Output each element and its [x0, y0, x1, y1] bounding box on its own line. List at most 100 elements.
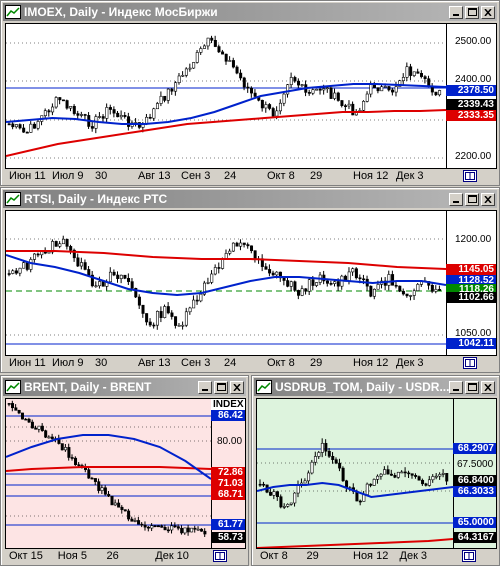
candle-body: [195, 52, 199, 63]
usdrub-support-label: 65.0000: [453, 517, 496, 528]
candle-body: [434, 475, 438, 478]
brent-title-bar[interactable]: BRENT, Daily - BRENT: [3, 378, 246, 396]
minimize-button[interactable]: [198, 380, 212, 394]
candle-body: [282, 506, 286, 508]
usdrub-price-chart[interactable]: 68.2907 67.5000 66.8400 66.3033 65.0000 …: [256, 398, 497, 549]
candle-body: [383, 469, 387, 475]
candle-body: [416, 71, 420, 74]
candle-body: [65, 100, 69, 109]
candle-body: [174, 316, 178, 326]
candle-body: [36, 253, 40, 256]
maximize-button[interactable]: [465, 5, 479, 19]
brent-price-chart[interactable]: INDEX 86.42 80.00 72.86 71.03 68.71 61.7…: [5, 398, 246, 549]
usdrub-price-scale[interactable]: 68.2907 67.5000 66.8400 66.3033 65.0000 …: [453, 399, 496, 548]
minimize-button[interactable]: [449, 192, 463, 206]
rtsi-scale-toggle[interactable]: [463, 357, 477, 369]
candle-body: [409, 295, 413, 297]
rtsi-plot-area[interactable]: [6, 211, 446, 355]
brent-scale-toggle[interactable]: [213, 550, 227, 562]
candle-body: [324, 442, 328, 452]
candle-body: [434, 91, 438, 96]
candle-body: [11, 403, 15, 409]
brent-chart-window[interactable]: BRENT, Daily - BRENT INDEX 86.42 80.00 7…: [0, 375, 249, 566]
candle-body: [98, 116, 102, 118]
candle-body: [372, 479, 376, 486]
usdrub-title-bar[interactable]: USDRUB_TOM, Daily - USDR...: [254, 378, 497, 396]
scale-toggle-icon: [215, 552, 225, 560]
maximize-button[interactable]: [465, 192, 479, 206]
rtsi-price-scale[interactable]: 1200.00 1050.00 1145.05 1128.52 1118.26 …: [446, 211, 496, 355]
candle-body: [112, 271, 116, 276]
candle-body: [112, 109, 116, 114]
candle-body: [262, 483, 266, 486]
close-button[interactable]: [481, 380, 495, 394]
candle-body: [297, 80, 301, 86]
maximize-button[interactable]: [214, 380, 228, 394]
candle-body: [147, 526, 151, 529]
time-axis-label: Ноя 5: [57, 550, 87, 562]
rtsi-price-chart[interactable]: 1200.00 1050.00 1145.05 1128.52 1118.26 …: [5, 210, 497, 356]
candle-body: [329, 283, 333, 285]
candle-body: [322, 88, 326, 91]
candle-body: [127, 116, 131, 127]
rtsi-chart-window[interactable]: RTSI, Daily - Индекс РТС 1200.00 1050.00…: [0, 187, 500, 373]
candle-body: [431, 476, 435, 481]
candle-body: [325, 87, 329, 90]
usdrub-plot-area[interactable]: [257, 399, 453, 548]
candle-body: [58, 97, 62, 101]
candle-body: [90, 477, 94, 480]
candle-body: [264, 104, 268, 109]
candle-body: [315, 282, 319, 286]
candle-body: [196, 528, 200, 531]
candle-body: [271, 272, 275, 276]
candle-body: [195, 299, 199, 302]
minimize-button[interactable]: [449, 380, 463, 394]
usdrub-chart-window[interactable]: USDRUB_TOM, Daily - USDR... 68.2907 67.5…: [251, 375, 500, 566]
imoex-chart-window[interactable]: IMOEX, Daily - Индекс МосБиржи 2500.00 2…: [0, 0, 500, 186]
close-button[interactable]: [481, 5, 495, 19]
chart-icon: [256, 380, 272, 394]
imoex-title-bar[interactable]: IMOEX, Daily - Индекс МосБиржи: [3, 3, 497, 21]
candle-body: [307, 472, 311, 482]
candle-body: [25, 262, 29, 270]
close-button[interactable]: [481, 192, 495, 206]
candle-body: [376, 475, 380, 480]
usdrub-resistance-label: 68.2907: [453, 443, 496, 454]
imoex-tick: 2200.00: [455, 151, 492, 162]
candle-body: [119, 115, 123, 118]
candle-body: [253, 92, 257, 97]
usdrub-scale-toggle[interactable]: [462, 550, 476, 562]
candle-body: [184, 311, 188, 326]
rtsi-title-bar[interactable]: RTSI, Daily - Индекс РТС: [3, 190, 497, 208]
candle-body: [407, 472, 411, 475]
candle-body: [153, 525, 157, 527]
candle-body: [394, 284, 398, 287]
imoex-scale-toggle[interactable]: [463, 170, 477, 182]
candle-body: [18, 267, 22, 274]
candle-body: [199, 293, 203, 302]
imoex-plot-area[interactable]: [6, 24, 446, 168]
imoex-price-scale[interactable]: 2500.00 2400.00 2300.00 2200.00 2378.50 …: [446, 24, 496, 168]
brent-price-scale[interactable]: INDEX 86.42 80.00 72.86 71.03 68.71 61.7…: [211, 399, 245, 548]
usdrub-tick: 67.5000: [457, 459, 494, 470]
brent-plot-area[interactable]: [6, 399, 211, 548]
candle-body: [170, 312, 174, 317]
candle-body: [199, 48, 203, 53]
candle-body: [47, 251, 51, 254]
time-axis-label: Ноя 12: [353, 357, 389, 369]
minimize-button[interactable]: [449, 5, 463, 19]
candle-body: [424, 483, 428, 486]
candle-body: [44, 430, 48, 438]
candle-body: [127, 510, 131, 520]
maximize-button[interactable]: [465, 380, 479, 394]
candle-body: [143, 524, 147, 528]
chart-icon: [5, 5, 21, 19]
candle-body: [344, 105, 348, 107]
candle-body: [438, 289, 442, 291]
candle-body: [275, 271, 279, 276]
brent-scale-header: INDEX: [211, 399, 245, 410]
candle-body: [239, 72, 243, 79]
close-button[interactable]: [230, 380, 244, 394]
candle-body: [188, 67, 192, 70]
imoex-price-chart[interactable]: 2500.00 2400.00 2300.00 2200.00 2378.50 …: [5, 23, 497, 169]
